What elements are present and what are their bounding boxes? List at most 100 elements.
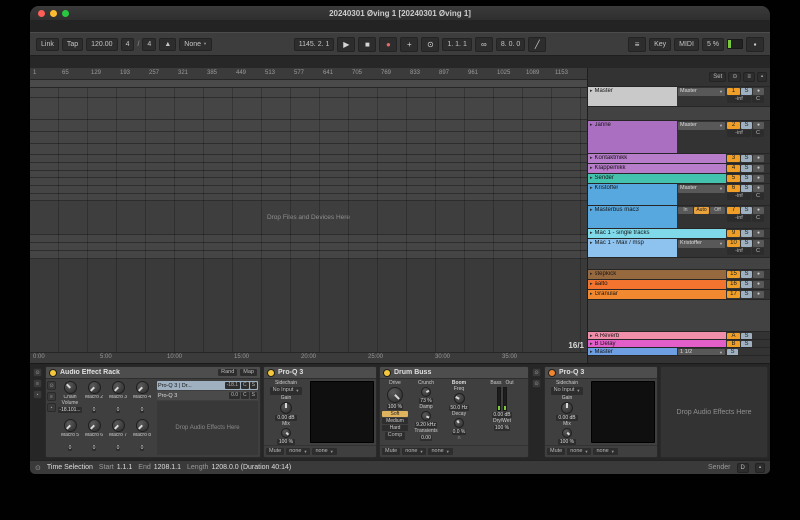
track-header[interactable]: ▸ Kristoffer Master ▼ 6 S ● -inf C (588, 184, 770, 206)
monitor-auto-button[interactable]: Auto (694, 207, 709, 214)
arm-button[interactable]: ● (753, 185, 764, 192)
pan-field[interactable]: C (752, 130, 764, 137)
map-button[interactable]: Map (240, 368, 257, 377)
device-on-icon[interactable] (49, 368, 57, 377)
solo-button[interactable]: S (741, 122, 752, 129)
rack-title-bar[interactable]: Audio Effect Rack Rand Map (46, 367, 260, 379)
mute-button[interactable]: Mute (547, 447, 566, 456)
track-name-cell[interactable]: ▸ Master (588, 348, 677, 355)
drum-buss-title-bar[interactable]: Drum Buss (380, 367, 528, 379)
arm-button[interactable]: ● (753, 271, 764, 278)
solo-button[interactable]: S (741, 333, 752, 339)
macro-knob[interactable]: Macro 4 0 (130, 381, 154, 417)
track-header[interactable]: ▸ Master Master ▼ 1 S ● -inf C (588, 87, 770, 107)
transients-value[interactable]: 0.00 (420, 435, 432, 441)
pan-field[interactable]: C (752, 193, 764, 200)
expand-view-icon[interactable]: ▪ (33, 390, 42, 399)
macro-value[interactable]: 0 (115, 445, 121, 451)
sidechain-input-select[interactable]: No Input ▼ (550, 387, 584, 395)
pan-field[interactable]: C (752, 248, 764, 255)
mode-soft-button[interactable]: Soft (382, 411, 408, 417)
drive-knob[interactable] (387, 387, 403, 403)
solo-button[interactable]: S (741, 341, 752, 347)
track-fold-icon[interactable]: ▸ (590, 165, 593, 172)
macro-knob[interactable]: Chain Volume -18.101... (58, 381, 82, 417)
arrangement-lane[interactable] (30, 235, 587, 243)
solo-button[interactable]: S (741, 175, 752, 182)
track-header[interactable]: ▸ Klappemikk 4 S ● (588, 164, 770, 174)
track-name-cell[interactable]: ▸ aalto (588, 280, 726, 289)
chain-pan-field[interactable]: C (241, 382, 249, 389)
track-activator-button[interactable]: 4 (727, 165, 740, 172)
quantize-menu[interactable]: None ▼ (179, 37, 212, 51)
arrangement-lane[interactable]: Drop Files and Devices Here (30, 201, 587, 235)
track-fold-icon[interactable]: ▸ (590, 207, 593, 214)
mixer-section-toggle-icon[interactable]: ▪ (756, 72, 767, 82)
track-name-cell[interactable]: ▸ Mac 1 - Max / msp (588, 239, 677, 257)
track-fold-icon[interactable]: ▸ (590, 240, 593, 247)
track-fold-icon[interactable]: ▸ (590, 333, 593, 339)
draw-mode-button[interactable]: ╱ (528, 36, 547, 52)
volume-field[interactable]: -inf (727, 215, 751, 222)
track-fold-icon[interactable]: ▸ (590, 349, 593, 355)
crunch-knob[interactable] (421, 387, 431, 397)
arrangement-lane[interactable] (30, 120, 587, 132)
metronome-icon[interactable]: ▲ (159, 37, 177, 51)
chain-pan-field[interactable]: C (241, 392, 249, 399)
solo-button[interactable]: S (741, 281, 752, 288)
time-signature-denominator[interactable]: 4 (142, 37, 157, 51)
arrangement-lane[interactable] (30, 88, 587, 98)
arrangement-lane[interactable] (30, 163, 587, 171)
track-fold-icon[interactable]: ▸ (590, 271, 593, 278)
track-name-cell[interactable]: ▸ stepkick (588, 270, 726, 279)
mute-button[interactable]: Mute (382, 447, 401, 456)
track-header[interactable]: ▸ Janne Master ▼ 2 S ● -inf C (588, 121, 770, 154)
macro-knob[interactable]: Macro 8 0 (130, 419, 154, 455)
stop-button[interactable]: ■ (358, 36, 377, 52)
track-header[interactable]: ▸ Granular 17 S ● (588, 290, 770, 300)
macro-view-toggle-icon[interactable]: ⊙ (47, 381, 56, 390)
loop-start-field[interactable]: 1. 1. 1 (442, 37, 472, 51)
track-fold-icon[interactable]: ▸ (590, 185, 593, 192)
track-name-cell[interactable]: ▸ Kristoffer (588, 184, 677, 205)
arrangement-lane[interactable] (30, 186, 587, 194)
track-device-activator-icon[interactable]: ⊙ (532, 368, 541, 377)
solo-button[interactable]: S (727, 349, 738, 355)
track-fold-icon[interactable]: ▸ (590, 175, 593, 182)
bar-ruler[interactable]: 1 65 129 193 257 321 385 449 513 577 641 705 769 833 8… (30, 68, 587, 80)
track-activator-button[interactable]: 9 (727, 230, 740, 237)
solo-button[interactable]: S (741, 165, 752, 172)
track-header[interactable]: ▸ Master 1 1/2 ▼ S (588, 348, 770, 356)
volume-field[interactable]: -inf (727, 130, 751, 137)
knob[interactable] (63, 419, 77, 432)
track-device-activator-icon[interactable]: ⊙ (532, 379, 541, 388)
macro-value[interactable]: 0 (115, 407, 121, 413)
chain-row[interactable]: Pro-Q 3 0.0 C S (157, 391, 258, 400)
mode-medium-button[interactable]: Medium (382, 418, 408, 424)
macro-value[interactable]: 0 (91, 407, 97, 413)
chain-solo-button[interactable]: S (249, 382, 257, 389)
knob[interactable] (111, 381, 125, 394)
mix-value[interactable]: 100 % (557, 438, 577, 445)
track-header[interactable]: ▸ Masterbus mac3 In Auto Off 7 S ● -inf C (588, 206, 770, 229)
track-name-cell[interactable]: ▸ Kontaktmikk (588, 154, 726, 163)
device-view-toggle-icon[interactable]: ≡ (33, 379, 42, 388)
time-ruler[interactable]: 0:00 5:00 10:00 15:00 20:00 25:00 30:00 35:00 (30, 352, 587, 363)
volume-field[interactable]: -inf (727, 193, 751, 200)
arrangement-lane[interactable] (30, 98, 587, 120)
track-fold-icon[interactable]: ▸ (590, 155, 593, 162)
routing-select-2[interactable]: none ▼ (312, 447, 337, 456)
track-header[interactable]: ▸ stepkick 15 S ● (588, 270, 770, 280)
track-header[interactable]: ▸ A Reverb A S (588, 332, 770, 340)
arm-button[interactable]: ● (753, 291, 764, 298)
proq-a-title-bar[interactable]: Pro-Q 3 (264, 367, 376, 379)
track-name-cell[interactable]: ▸ Mac 1 - single tracks (588, 229, 726, 238)
track-header[interactable]: ▸ Kontaktmikk 3 S ● (588, 154, 770, 164)
device-on-icon[interactable] (548, 368, 556, 377)
device-drop-zone[interactable]: Drop Audio Effects Here (660, 366, 768, 458)
arm-button[interactable]: ● (753, 165, 764, 172)
chain-volume-field[interactable]: -18.1 (224, 382, 241, 389)
automation-arm-button[interactable]: ⊙ (421, 36, 440, 52)
track-activator-button[interactable]: 5 (727, 175, 740, 182)
solo-button[interactable]: S (741, 291, 752, 298)
